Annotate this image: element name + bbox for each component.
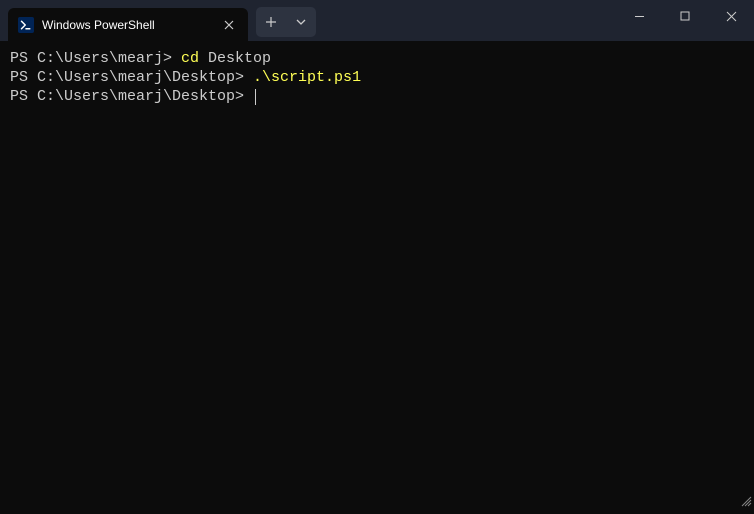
tab-title: Windows PowerShell (42, 18, 220, 32)
resize-grip-icon[interactable] (740, 494, 752, 512)
terminal-output[interactable]: PS C:\Users\mearj> cd Desktop PS C:\User… (0, 41, 754, 114)
window-controls (616, 0, 754, 32)
command-arg: Desktop (199, 50, 271, 67)
title-bar: Windows PowerShell (0, 0, 754, 41)
tab-powershell[interactable]: Windows PowerShell (8, 8, 248, 41)
prompt-text: PS C:\Users\mearj\Desktop> (10, 88, 253, 105)
minimize-button[interactable] (616, 0, 662, 32)
terminal-line: PS C:\Users\mearj> cd Desktop (10, 49, 744, 68)
command-path: .\script.ps1 (253, 69, 361, 86)
terminal-line: PS C:\Users\mearj\Desktop> .\script.ps1 (10, 68, 744, 87)
prompt-text: PS C:\Users\mearj> (10, 50, 181, 67)
command-keyword: cd (181, 50, 199, 67)
maximize-button[interactable] (662, 0, 708, 32)
tab-controls (256, 7, 316, 37)
new-tab-button[interactable] (256, 7, 286, 37)
tab-dropdown-button[interactable] (286, 7, 316, 37)
terminal-line: PS C:\Users\mearj\Desktop> (10, 87, 744, 106)
cursor (255, 89, 256, 105)
powershell-icon (18, 17, 34, 33)
close-button[interactable] (708, 0, 754, 32)
prompt-text: PS C:\Users\mearj\Desktop> (10, 69, 253, 86)
tab-close-button[interactable] (220, 16, 238, 34)
